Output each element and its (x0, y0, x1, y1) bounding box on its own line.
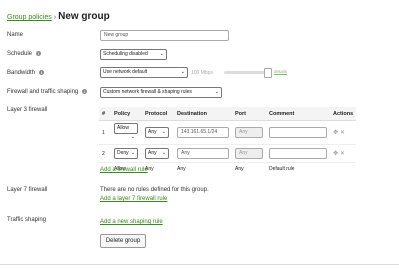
bandwidth-label: Bandwidth (7, 70, 36, 77)
chevron-down-icon: ⌄ (130, 150, 135, 156)
schedule-select-value: Scheduling disabled (103, 51, 148, 57)
move-icon[interactable]: ✥ (333, 151, 340, 157)
column-header: Port (232, 107, 266, 121)
layer7-empty-text: There are no rules defined for this grou… (100, 187, 209, 193)
policy-select-value: Allow (117, 125, 129, 131)
info-icon[interactable]: i (82, 89, 88, 94)
close-icon[interactable]: ✕ (340, 151, 347, 157)
policy-select[interactable]: Deny ⌄ (114, 148, 138, 159)
protocol-select-value: Any (148, 129, 157, 135)
default-destination: Any (177, 165, 186, 172)
destination-input[interactable]: 143.161.65.1/24 (177, 127, 229, 138)
policy-select[interactable]: Allow ⌄ (114, 123, 138, 140)
rule-number: 2 (99, 144, 111, 163)
layer3-firewall-label: Layer 3 firewall (7, 107, 48, 113)
traffic-shaping-label: Traffic shaping (7, 217, 47, 223)
port-input[interactable]: Any (235, 127, 263, 138)
bandwidth-slider-handle[interactable] (264, 68, 272, 78)
breadcrumb-group-policies-link[interactable]: Group policies (7, 14, 52, 21)
column-header: Comment (266, 107, 330, 121)
schedule-select[interactable]: Scheduling disabled ⌄ (100, 49, 167, 60)
info-icon[interactable]: i (36, 51, 42, 56)
page-title: New group (58, 11, 110, 22)
default-port: Any (235, 165, 244, 172)
port-input[interactable]: Any (235, 148, 263, 159)
protocol-select[interactable]: Any ⌄ (145, 127, 169, 138)
protocol-select[interactable]: Any ⌄ (145, 148, 169, 159)
schedule-label-row: Schedule i (7, 51, 42, 58)
breadcrumb-separator: › (53, 14, 57, 21)
chevron-down-icon: ⌄ (161, 129, 166, 135)
default-comment: Default rule (269, 165, 295, 172)
breadcrumb: Group policies › New group (7, 11, 110, 22)
info-icon[interactable]: i (39, 70, 45, 75)
bandwidth-limit-value: 100 Mbps (191, 70, 213, 76)
add-layer7-rule-link[interactable]: Add a layer 7 firewall rule (100, 196, 167, 202)
bandwidth-label-row: Bandwidth i (7, 70, 45, 77)
bandwidth-select[interactable]: Use network default ⌄ (100, 67, 188, 78)
firewall-shaping-label-row: Firewall and traffic shaping i (7, 89, 88, 96)
column-header: Protocol (142, 107, 174, 121)
delete-group-button[interactable]: Delete group (100, 234, 146, 248)
group-name-input[interactable]: New group (100, 30, 229, 41)
table-header-row: # Policy Protocol Destination Port Comme… (99, 107, 357, 121)
close-icon[interactable]: ✕ (340, 130, 347, 136)
table-row: 1 Allow ⌄ Any ⌄ 143.161.65.1/24 Any ✥✕ (99, 120, 357, 145)
firewall-shaping-select-value: Custom network firewall & shaping rules (103, 89, 192, 95)
column-header: # (99, 107, 111, 121)
firewall-shaping-select[interactable]: Custom network firewall & shaping rules ⌄ (100, 87, 222, 98)
column-header: Policy (111, 107, 142, 121)
name-label: Name (7, 32, 24, 38)
add-firewall-rule-link[interactable]: Add a firewall rule (100, 167, 148, 173)
chevron-down-icon: ⌄ (214, 89, 219, 95)
bandwidth-select-value: Use network default (103, 69, 148, 75)
column-header: Destination (174, 107, 232, 121)
comment-input[interactable] (269, 148, 327, 159)
chevron-down-icon: ⌄ (180, 69, 185, 75)
destination-input[interactable]: Any (177, 148, 229, 159)
bandwidth-details-link[interactable]: details (274, 69, 287, 74)
divider (0, 264, 399, 265)
column-header: Actions (330, 107, 357, 121)
chevron-down-icon: ⌄ (130, 134, 135, 140)
policy-select-value: Deny (117, 150, 129, 156)
comment-input[interactable] (269, 127, 327, 138)
rule-number: 1 (99, 120, 111, 145)
layer3-firewall-table: # Policy Protocol Destination Port Comme… (99, 107, 357, 175)
chevron-down-icon: ⌄ (159, 51, 164, 57)
move-icon[interactable]: ✥ (333, 130, 340, 136)
protocol-select-value: Any (148, 150, 157, 156)
chevron-down-icon: ⌄ (161, 150, 166, 156)
layer7-firewall-label: Layer 7 firewall (7, 187, 48, 193)
schedule-label: Schedule (7, 51, 33, 58)
add-shaping-rule-link[interactable]: Add a new shaping rule (100, 219, 163, 225)
table-row: 2 Deny ⌄ Any ⌄ Any Any ✥✕ (99, 144, 357, 163)
firewall-shaping-label: Firewall and traffic shaping (7, 89, 79, 96)
